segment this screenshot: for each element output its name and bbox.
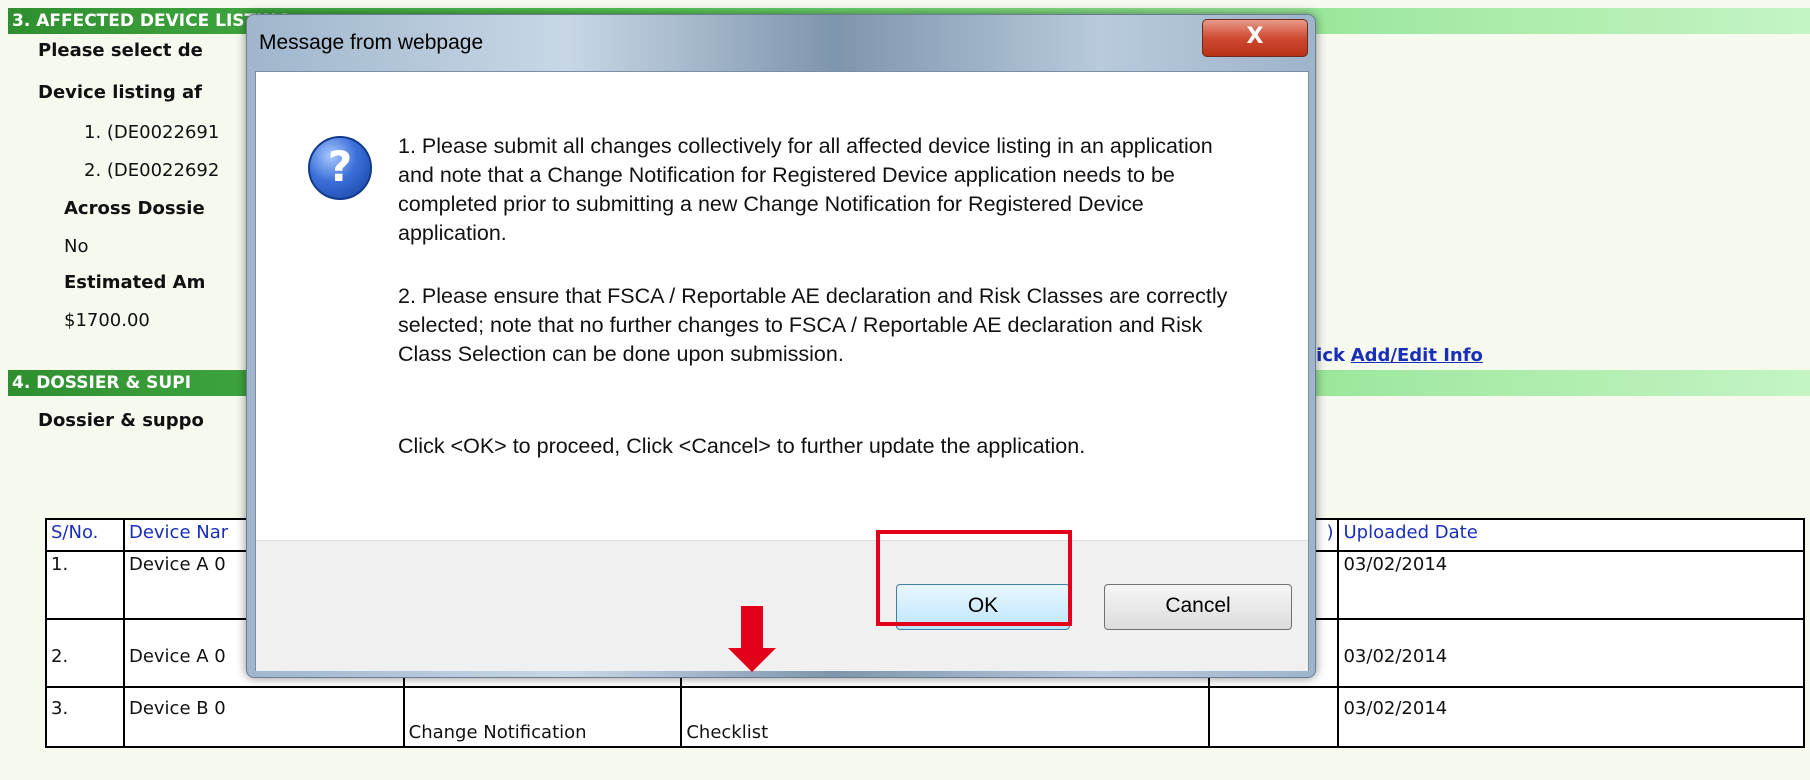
estimated-amount-value: $1700.00 [64,310,150,331]
close-button[interactable]: X [1202,19,1308,57]
row-sno: 3. [45,686,125,748]
question-icon: ? [308,136,372,200]
device-item-1: 1. (DE0022691 [84,122,220,143]
cancel-button[interactable]: Cancel [1104,584,1292,630]
message-dialog: Message from webpage X ? 1. Please submi… [246,14,1316,678]
table-row: 3. Device B 0 Change Notification Checkl… [45,686,1805,748]
row-sno: 2. [45,618,125,688]
dossier-label: Dossier & suppo [38,410,204,431]
red-arrow-icon [728,648,776,672]
message-paragraph-1: 1. Please submit all changes collectivel… [398,134,1213,245]
row-doc-type: Change Notification [402,686,683,748]
across-dossier-value: No [64,236,89,257]
row-device: Device B 0 [122,686,405,748]
add-edit-row: lick Add/Edit Info [1310,345,1483,366]
row-doc-name: Checklist [680,686,1210,748]
row-date: 03/02/2014 [1337,550,1805,620]
red-arrow-shaft [741,606,763,652]
col-sno: S/No. [45,518,125,552]
device-listing-label: Device listing af [38,82,202,103]
dialog-body: ? 1. Please submit all changes collectiv… [255,71,1309,671]
select-prompt: Please select de [38,40,203,61]
row-sno: 1. [45,550,125,620]
device-item-2: 2. (DE0022692 [84,160,220,181]
estimated-amount-label: Estimated Am [64,272,206,293]
ok-highlight-box [876,530,1072,626]
across-dossier-label: Across Dossie [64,198,205,219]
message-paragraph-2: 2. Please ensure that FSCA / Reportable … [398,284,1228,366]
row-date: 03/02/2014 [1337,686,1805,748]
dialog-title: Message from webpage [259,31,484,54]
message-paragraph-3: Click <OK> to proceed, Click <Cancel> to… [398,434,1086,458]
add-edit-info-link[interactable]: Add/Edit Info [1351,345,1483,366]
row-date: 03/02/2014 [1337,618,1805,688]
col-uploaded-date: Uploaded Date [1337,518,1805,552]
